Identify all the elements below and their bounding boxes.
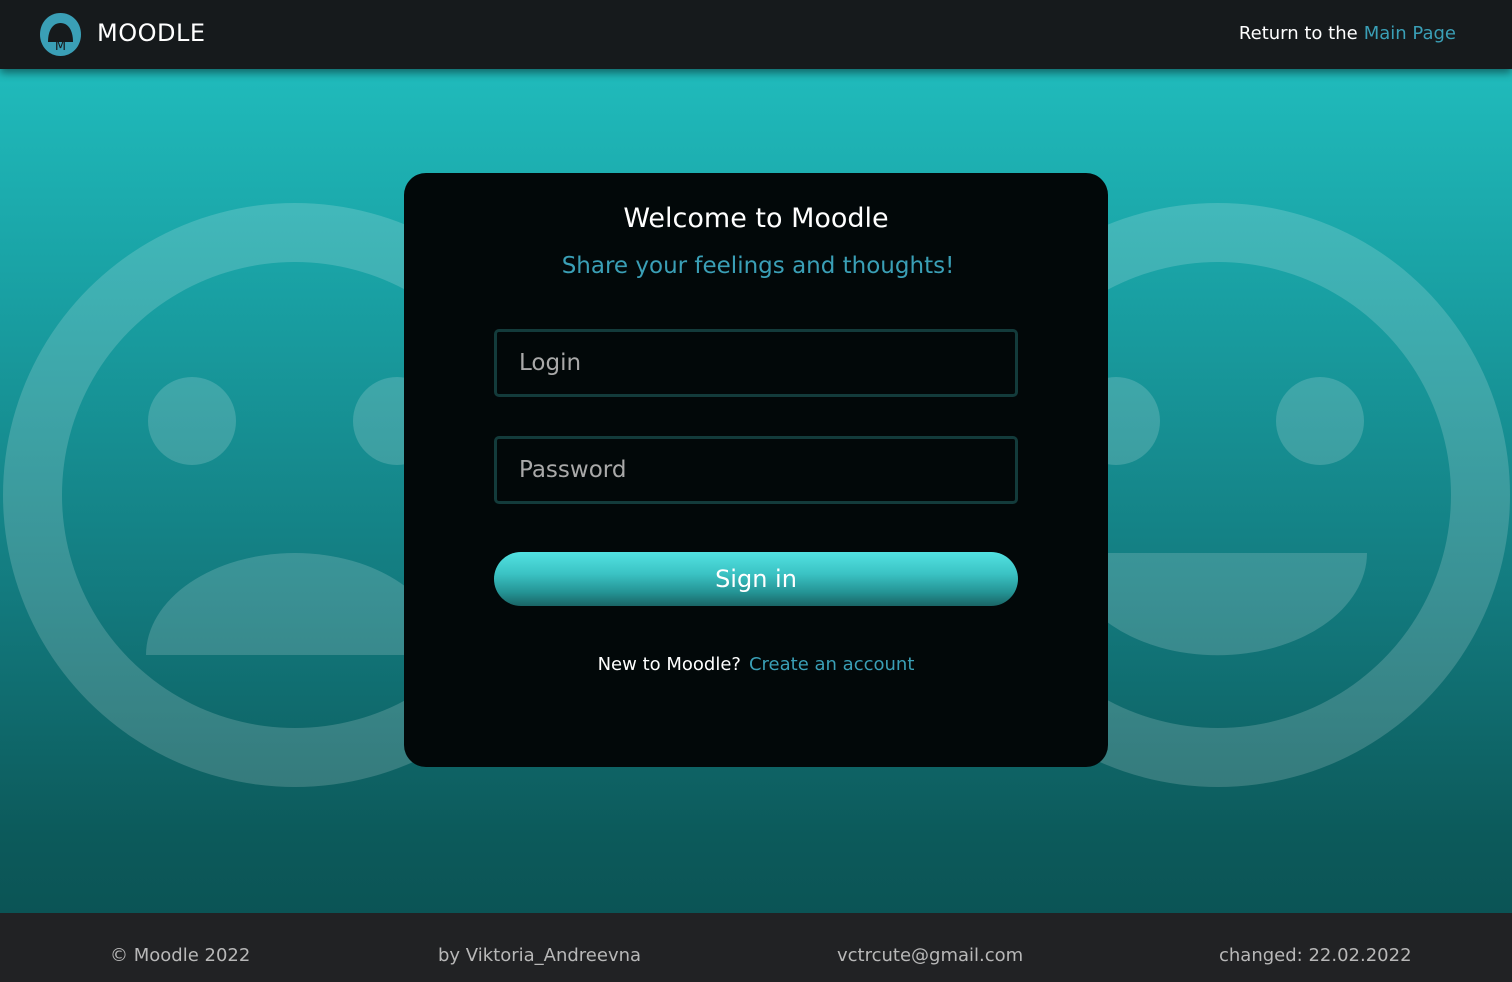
footer-copyright: © Moodle 2022 [110,945,251,966]
brand-name[interactable]: MOODLE [97,19,206,47]
main-page-link[interactable]: Main Page [1364,23,1456,44]
sign-in-button[interactable]: Sign in [494,552,1018,606]
return-text: Return to the [1238,23,1358,44]
logo-letter: M [55,39,66,54]
card-title: Welcome to Moodle [623,203,889,234]
footer-author: by Viktoria_Andreevna [438,945,642,966]
footer-changed-date: changed: 22.02.2022 [1219,945,1412,966]
create-account-link[interactable]: Create an account [749,654,914,675]
password-input[interactable] [497,439,1015,501]
page-footer: © Moodle 2022 by Viktoria_Andreevna vctr… [0,913,1512,982]
new-user-text: New to Moodle? [597,654,741,675]
return-nav: Return to the Main Page [1239,23,1456,44]
moodle-logo-icon[interactable]: M [40,13,81,56]
footer-email: vctrcute@gmail.com [837,945,1024,966]
card-subtitle: Share your feelings and thoughts! [561,253,955,279]
login-input[interactable] [497,332,1015,394]
password-field-wrapper [494,436,1018,504]
top-header: M MOODLE Return to the Main Page [0,0,1512,69]
login-card: Welcome to Moodle Share your feelings an… [404,173,1108,767]
login-field-wrapper [494,329,1018,397]
signup-row: New to Moodle? Create an account [404,654,1108,675]
